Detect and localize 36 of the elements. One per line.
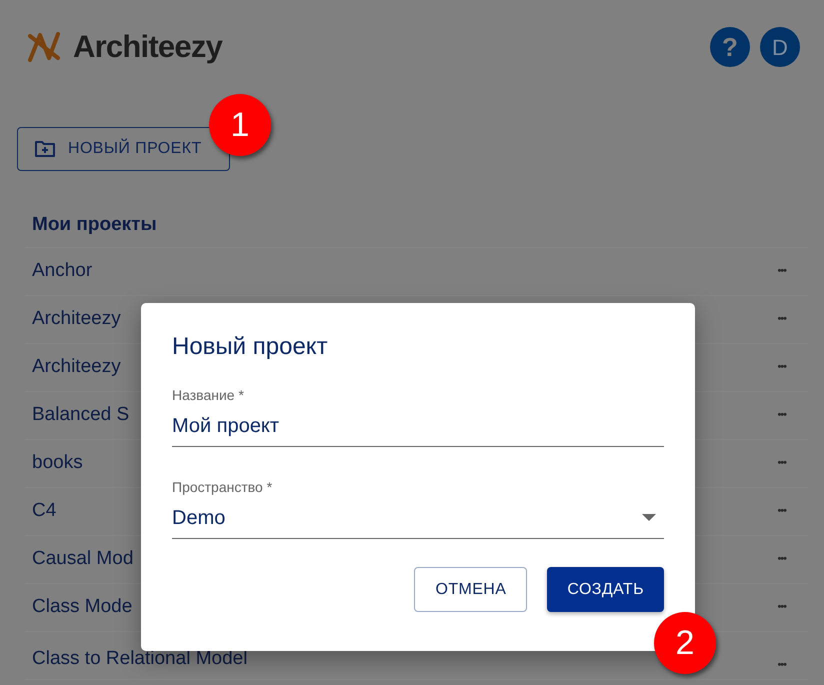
callout-badge: 1 bbox=[209, 94, 271, 156]
avatar-button[interactable]: D bbox=[760, 27, 800, 68]
new-project-button[interactable]: НОВЫЙ ПРОЕКТ bbox=[17, 126, 230, 170]
more-button[interactable]: ••• bbox=[777, 656, 786, 673]
section-title: Мои проекты bbox=[32, 214, 157, 234]
project-name[interactable]: books bbox=[32, 449, 83, 478]
more-button[interactable]: ••• bbox=[777, 407, 786, 424]
project-name[interactable]: Architeezy bbox=[32, 305, 121, 334]
logo-icon bbox=[27, 30, 61, 64]
more-button[interactable]: ••• bbox=[777, 455, 786, 472]
project-name[interactable]: C4 bbox=[32, 497, 56, 526]
help-button[interactable]: ? bbox=[710, 27, 750, 68]
more-button[interactable]: ••• bbox=[777, 311, 786, 328]
cancel-button[interactable]: ОТМЕНА bbox=[414, 567, 528, 612]
project-name[interactable]: Causal Mod bbox=[32, 545, 134, 574]
folder-plus-icon bbox=[34, 140, 56, 158]
logo-text: Architeezy bbox=[73, 28, 222, 66]
project-name[interactable]: Class Mode bbox=[32, 593, 132, 622]
dropdown-caret-icon bbox=[642, 514, 656, 522]
callout-badge: 2 bbox=[654, 612, 716, 674]
field-label: Название * bbox=[172, 386, 245, 405]
more-button[interactable]: ••• bbox=[777, 359, 786, 376]
more-button[interactable]: ••• bbox=[777, 599, 786, 616]
select-field[interactable]: Пространство * Demo bbox=[172, 475, 664, 539]
input-field[interactable]: Название * Мой проект bbox=[172, 383, 664, 447]
project-name[interactable]: Architeezy bbox=[32, 353, 121, 382]
more-button[interactable]: ••• bbox=[777, 263, 786, 280]
field-value: Demo bbox=[172, 506, 226, 531]
more-button[interactable]: ••• bbox=[777, 503, 786, 520]
field-value: Мой проект bbox=[172, 414, 280, 439]
project-name[interactable]: Anchor bbox=[32, 257, 92, 286]
more-button[interactable]: ••• bbox=[777, 551, 786, 568]
create-button[interactable]: СОЗДАТЬ bbox=[547, 567, 664, 612]
dialog-title: Новый проект bbox=[172, 332, 329, 362]
project-name[interactable]: Balanced S bbox=[32, 401, 130, 430]
field-label: Пространство * bbox=[172, 478, 274, 497]
